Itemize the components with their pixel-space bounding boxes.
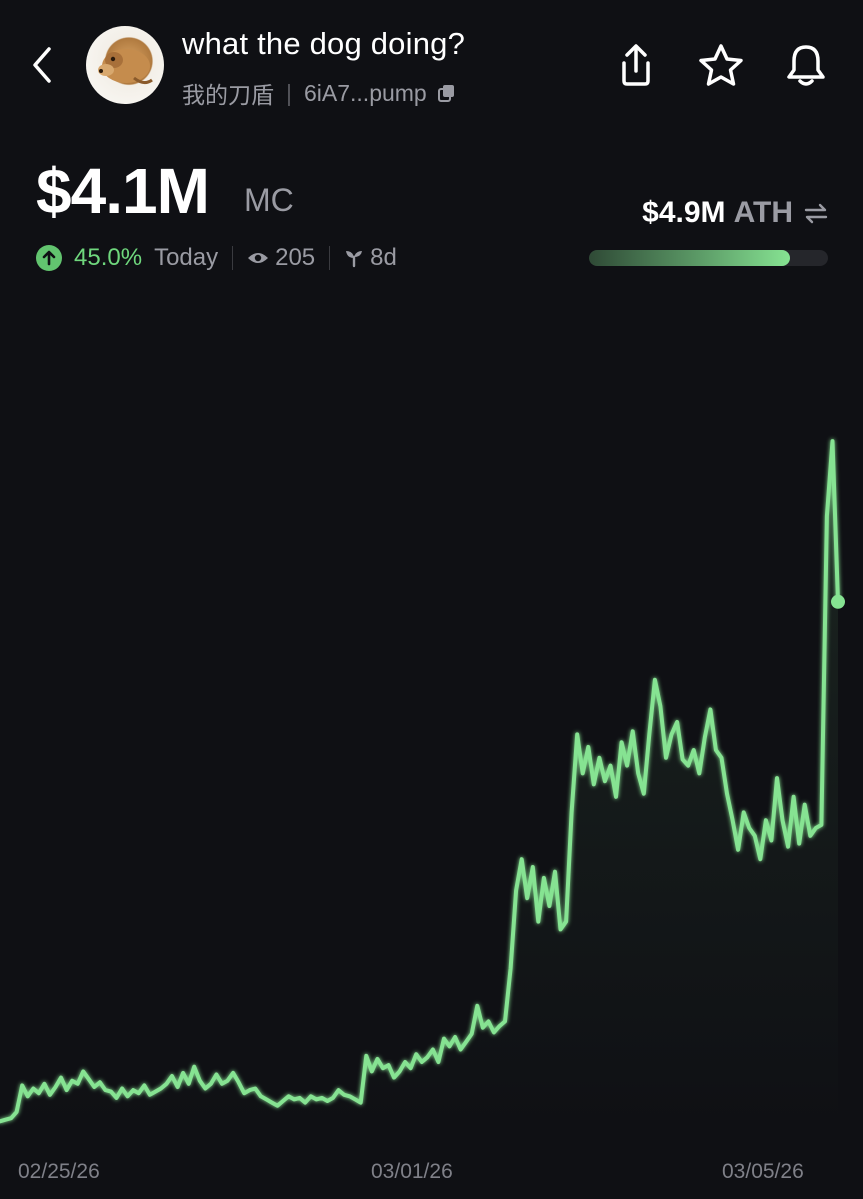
market-cap-label: MC bbox=[244, 182, 294, 218]
ath-progress-fill bbox=[589, 250, 790, 266]
notification-button[interactable] bbox=[782, 40, 830, 90]
sprout-icon bbox=[344, 248, 364, 268]
share-button[interactable] bbox=[612, 40, 660, 90]
subtitle-separator: | bbox=[286, 79, 292, 106]
token-header: what the dog doing? 我的刀盾 | 6iA7...pump bbox=[0, 0, 863, 140]
back-button[interactable] bbox=[22, 40, 62, 90]
stats-row: 45.0% Today 205 8d bbox=[36, 244, 397, 272]
view-count: 205 bbox=[275, 244, 316, 271]
chart-area-fill bbox=[0, 441, 838, 1130]
swap-icon[interactable] bbox=[803, 201, 829, 225]
market-cap-chart[interactable] bbox=[0, 360, 863, 1130]
favorite-button[interactable] bbox=[697, 40, 745, 90]
divider bbox=[232, 246, 234, 270]
ath-progress-bar bbox=[589, 250, 828, 266]
star-icon bbox=[699, 44, 743, 86]
bell-icon bbox=[787, 45, 825, 86]
x-tick-label: 03/01/26 bbox=[371, 1160, 453, 1183]
x-tick-label: 03/05/26 bbox=[722, 1160, 804, 1183]
token-avatar[interactable] bbox=[86, 26, 164, 104]
change-percent: 45.0% bbox=[74, 244, 143, 271]
copy-icon bbox=[437, 85, 454, 102]
ath-value: $4.9M bbox=[642, 196, 726, 229]
copy-address-button[interactable] bbox=[437, 83, 457, 103]
eye-icon bbox=[247, 250, 269, 266]
dog-avatar-icon bbox=[98, 49, 153, 85]
token-subtitle: 我的刀盾 bbox=[182, 82, 274, 108]
ath-label: ATH bbox=[733, 196, 793, 229]
x-tick-label: 02/25/26 bbox=[18, 1160, 100, 1183]
change-period: Today bbox=[154, 244, 219, 271]
token-subtitle-row: 我的刀盾 | 6iA7...pump bbox=[182, 76, 457, 110]
share-icon bbox=[622, 44, 650, 86]
token-age: 8d bbox=[370, 244, 397, 271]
token-name: what the dog doing? bbox=[182, 26, 466, 61]
divider bbox=[329, 246, 331, 270]
ath-row[interactable]: $4.9M ATH bbox=[642, 196, 829, 230]
market-cap-value: $4.1M bbox=[36, 155, 210, 227]
arrow-up-icon bbox=[36, 245, 62, 271]
chevron-left-icon bbox=[33, 47, 51, 83]
chart-current-point bbox=[831, 594, 845, 609]
token-address[interactable]: 6iA7...pump bbox=[304, 80, 427, 107]
